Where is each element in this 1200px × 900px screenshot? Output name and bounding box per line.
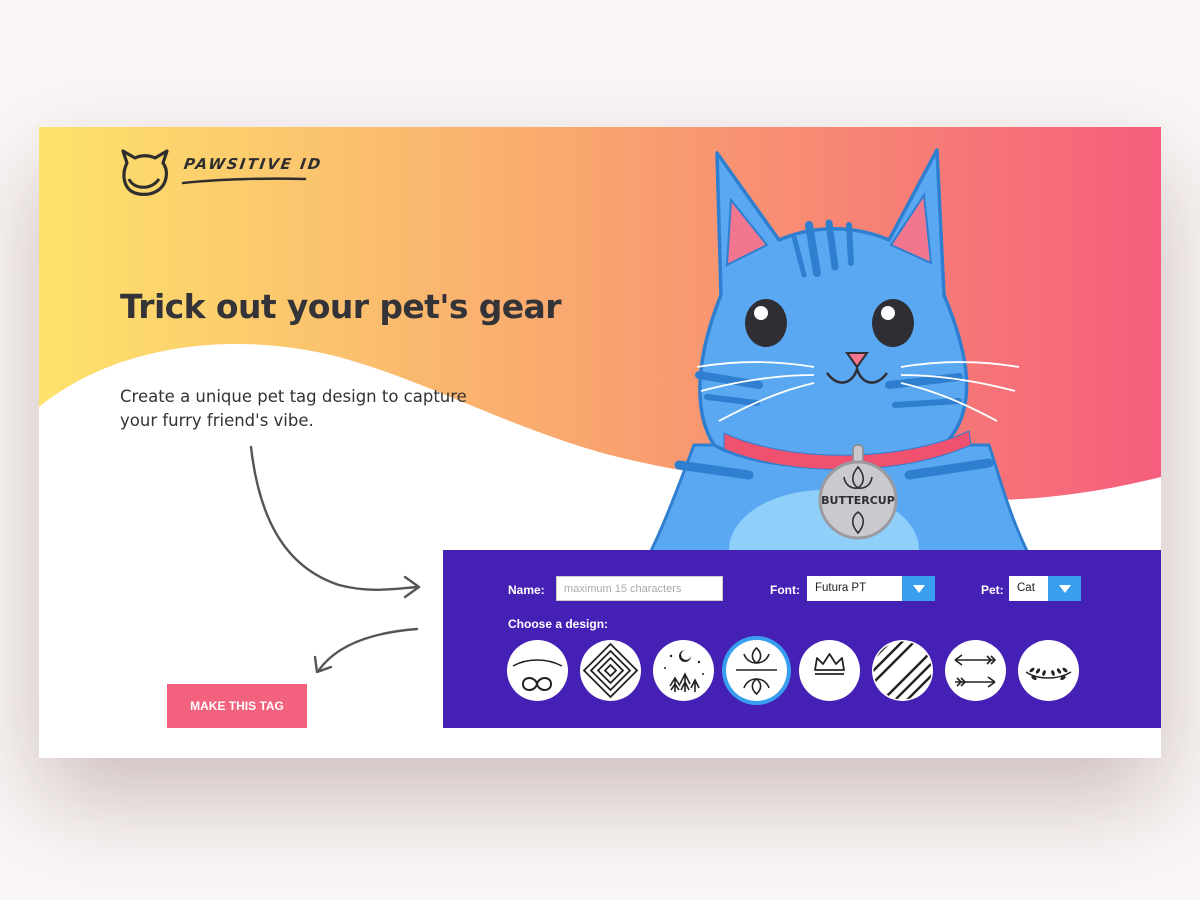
pet-label: Pet: [981,583,1004,597]
design-option-infinity[interactable] [507,640,568,701]
design-option-diamonds[interactable] [580,640,641,701]
nested-diamonds-icon [582,642,639,699]
name-input[interactable] [556,576,723,601]
page-title: Trick out your pet's gear [120,287,562,326]
font-select[interactable]: Futura PT [807,576,935,601]
font-select-value: Futura PT [815,582,867,594]
brand-underline [181,177,307,185]
name-label: Name: [508,583,545,597]
design-label: Choose a design: [508,617,609,631]
font-label: Font: [770,583,800,597]
laurel-icon [1025,667,1072,681]
tag-name-text: BUTTERCUP [821,494,895,507]
pet-select-value: Cat [1017,582,1035,594]
cat-head-logo-icon[interactable] [119,149,171,197]
cat-illustration: BUTTERCUP [647,148,1031,555]
chevron-down-icon[interactable] [1048,576,1081,601]
landing-card: PAWSITIVE ID Trick out your pet's gear C… [39,127,1161,758]
design-option-forest[interactable] [653,640,714,701]
design-option-crown[interactable] [799,640,860,701]
design-option-stripes[interactable] [872,640,933,701]
pet-select[interactable]: Cat [1009,576,1081,601]
arrows-icon [954,654,996,688]
brand-name: PAWSITIVE ID [182,155,324,173]
night-forest-icon [664,650,704,692]
crown-icon [814,653,845,675]
design-option-arrows[interactable] [945,640,1006,701]
design-option-lotus[interactable] [726,640,787,701]
lotus-icon [736,646,777,696]
diagonal-stripes-icon [873,641,932,700]
make-tag-button[interactable]: MAKE THIS TAG [167,684,307,728]
infinity-icon [512,659,563,691]
tag-designer-panel: Name: Font: Futura PT Pet: Cat Choose a … [443,550,1161,728]
design-option-laurel[interactable] [1018,640,1079,701]
chevron-down-icon[interactable] [902,576,935,601]
hero-subtitle: Create a unique pet tag design to captur… [120,387,467,430]
